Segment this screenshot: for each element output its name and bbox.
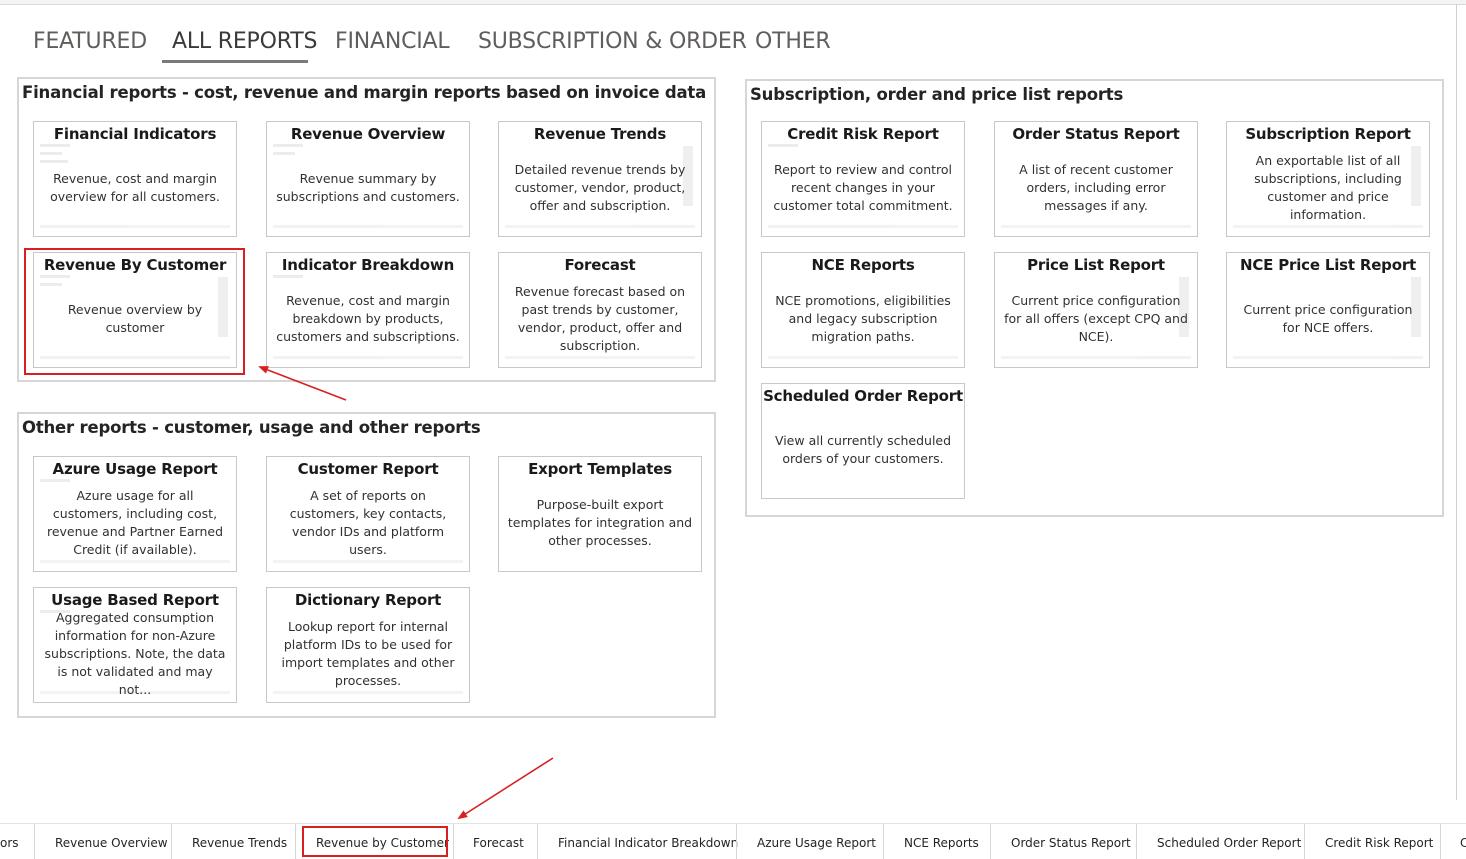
arrow-to-card (258, 366, 347, 401)
annotation-arrows (258, 366, 554, 820)
arrow-to-page-tab (457, 757, 554, 820)
